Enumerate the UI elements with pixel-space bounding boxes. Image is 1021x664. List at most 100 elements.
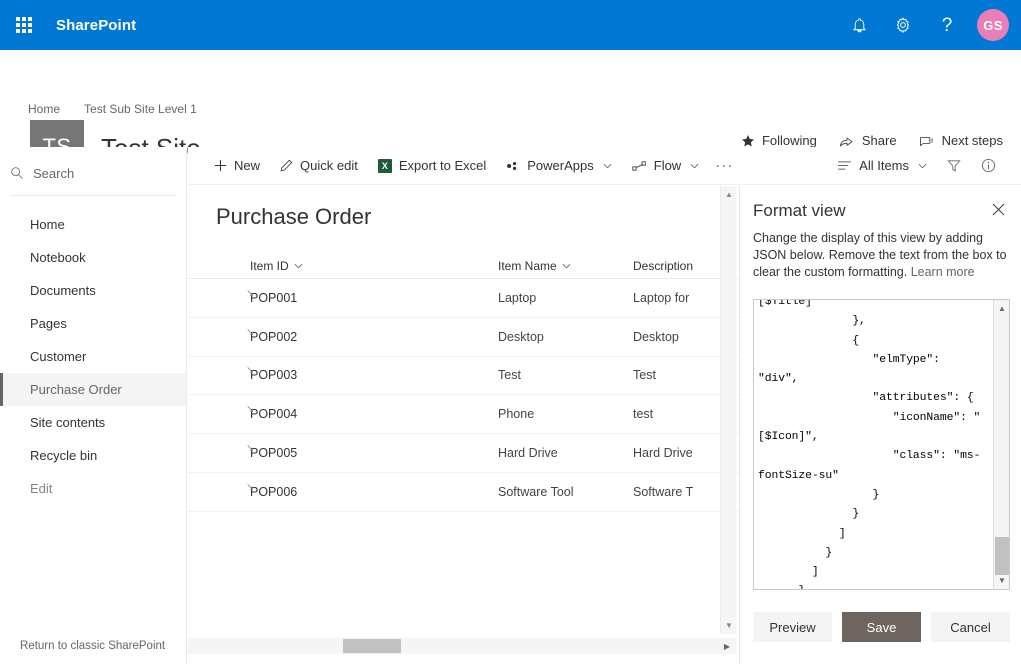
json-editor-scrollbar[interactable]: ▲ ▼ <box>993 300 1009 589</box>
column-header-item-name[interactable]: Item Name <box>498 259 633 273</box>
sidebar-item-pages[interactable]: Pages <box>0 307 186 340</box>
info-button[interactable] <box>971 147 1005 185</box>
json-editor-content[interactable]: [$Title]" }, { "elmType": "div", "attrib… <box>758 299 986 590</box>
scrollbar-thumb[interactable] <box>995 537 1009 575</box>
list-title[interactable]: Purchase Order <box>216 204 739 230</box>
table-row[interactable]: ↘ POP004 Phone test <box>188 395 739 434</box>
more-commands-button[interactable]: ··· <box>709 147 739 185</box>
scroll-down-arrow[interactable]: ▼ <box>721 617 737 634</box>
following-button[interactable]: Following <box>741 133 817 148</box>
scroll-up-arrow[interactable]: ▲ <box>994 300 1010 317</box>
flow-button[interactable]: Flow <box>622 147 709 185</box>
help-button[interactable]: ? <box>925 0 969 50</box>
command-bar-left: New Quick edit X Export to Excel PowerAp… <box>204 147 739 185</box>
chevron-down-icon <box>918 163 927 169</box>
json-editor[interactable]: [$Title]" }, { "elmType": "div", "attrib… <box>753 299 1010 590</box>
sidebar-item-label: Documents <box>30 283 96 298</box>
cancel-button[interactable]: Cancel <box>931 612 1010 642</box>
excel-icon: X <box>378 159 392 173</box>
column-header-label: Item Name <box>498 259 557 273</box>
cell-value: POP002 <box>250 330 297 344</box>
broken-image-icon: ↘ <box>246 405 257 416</box>
sidebar-item-label: Recycle bin <box>30 448 97 463</box>
cell-item-id: ↘ POP006 <box>188 485 498 499</box>
export-to-excel-button[interactable]: X Export to Excel <box>368 147 496 185</box>
table-row[interactable]: ↘ POP003 Test Test <box>188 357 739 396</box>
help-icon: ? <box>942 16 953 35</box>
close-button[interactable] <box>989 200 1007 218</box>
sidebar-item-label: Home <box>30 217 65 232</box>
panel-action-buttons: Preview Save Cancel <box>753 612 1010 642</box>
star-icon <box>741 134 755 148</box>
view-selector-label: All Items <box>859 158 909 173</box>
scroll-down-arrow[interactable]: ▼ <box>994 572 1010 589</box>
app-launcher-button[interactable] <box>0 0 48 50</box>
cell-item-id: ↘ POP001 <box>188 291 498 305</box>
table-row[interactable]: ↘ POP005 Hard Drive Hard Drive <box>188 434 739 473</box>
sidebar: Search Home Notebook Documents Pages Cus… <box>0 147 187 664</box>
flow-label: Flow <box>654 158 681 173</box>
cell-value: POP005 <box>250 446 297 460</box>
settings-button[interactable] <box>881 0 925 50</box>
column-header-label: Item ID <box>250 259 289 273</box>
cell-value: POP004 <box>250 407 297 421</box>
next-steps-icon <box>919 134 935 147</box>
cell-item-id: ↘ POP005 <box>188 446 498 460</box>
breadcrumb-item-home[interactable]: Home <box>28 102 60 116</box>
search-input[interactable]: Search <box>10 155 176 191</box>
sidebar-item-customer[interactable]: Customer <box>0 340 186 373</box>
broken-image-icon: ↘ <box>246 444 257 455</box>
new-button[interactable]: New <box>204 147 270 185</box>
close-icon <box>992 203 1005 216</box>
chevron-down-icon <box>690 163 699 169</box>
panel-title: Format view <box>753 201 846 221</box>
preview-button[interactable]: Preview <box>753 612 832 642</box>
table-row[interactable]: ↘ POP002 Desktop Desktop <box>188 318 739 357</box>
scrollbar-thumb[interactable] <box>343 639 401 653</box>
save-button[interactable]: Save <box>842 612 921 642</box>
list-vertical-scrollbar[interactable]: ▲ ▼ <box>720 186 736 634</box>
scroll-right-arrow[interactable]: ▶ <box>720 638 734 654</box>
chevron-down-icon <box>603 163 612 169</box>
list-horizontal-scrollbar[interactable]: ▶ <box>188 638 736 654</box>
notifications-button[interactable] <box>837 0 881 50</box>
sidebar-item-site-contents[interactable]: Site contents <box>0 406 186 439</box>
broken-image-icon: ↘ <box>246 328 257 339</box>
quick-edit-button[interactable]: Quick edit <box>270 147 368 185</box>
sidebar-item-purchase-order[interactable]: Purchase Order <box>0 373 186 406</box>
sidebar-divider <box>10 195 176 196</box>
chevron-down-icon <box>562 263 571 269</box>
app-launcher-icon <box>16 17 32 33</box>
scroll-up-arrow[interactable]: ▲ <box>721 186 737 203</box>
table-header-row: Item ID Item Name Description <box>188 251 739 279</box>
sidebar-item-recycle-bin[interactable]: Recycle bin <box>0 439 186 472</box>
command-bar: New Quick edit X Export to Excel PowerAp… <box>188 147 1021 185</box>
list-view-icon <box>837 160 852 171</box>
search-icon <box>10 166 24 180</box>
learn-more-link[interactable]: Learn more <box>911 265 975 279</box>
table-row[interactable]: ↘ POP006 Software Tool Software T <box>188 473 739 512</box>
suite-title[interactable]: SharePoint <box>56 17 136 34</box>
breadcrumb: Home Test Sub Site Level 1 <box>28 102 197 116</box>
cell-item-name: Test <box>498 368 633 382</box>
sidebar-item-edit[interactable]: Edit <box>0 472 186 505</box>
items-table: Item ID Item Name Description ↘ POP001 L… <box>188 251 739 512</box>
sidebar-item-notebook[interactable]: Notebook <box>0 241 186 274</box>
cell-value: POP001 <box>250 291 297 305</box>
column-header-label: Description <box>633 259 693 273</box>
quick-edit-label: Quick edit <box>300 158 358 173</box>
avatar[interactable]: GS <box>977 9 1009 41</box>
filter-button[interactable] <box>937 147 971 185</box>
command-bar-right: All Items <box>827 147 1005 185</box>
chevron-down-icon <box>294 263 303 269</box>
view-selector-button[interactable]: All Items <box>827 147 937 185</box>
sidebar-item-home[interactable]: Home <box>0 208 186 241</box>
sidebar-item-documents[interactable]: Documents <box>0 274 186 307</box>
return-to-classic-link[interactable]: Return to classic SharePoint <box>20 640 165 652</box>
table-row[interactable]: ↘ POP001 Laptop Laptop for <box>188 279 739 318</box>
new-label: New <box>234 158 260 173</box>
powerapps-label: PowerApps <box>527 158 593 173</box>
powerapps-button[interactable]: PowerApps <box>496 147 621 185</box>
breadcrumb-item-subsite[interactable]: Test Sub Site Level 1 <box>84 102 197 116</box>
column-header-item-id[interactable]: Item ID <box>188 259 498 273</box>
